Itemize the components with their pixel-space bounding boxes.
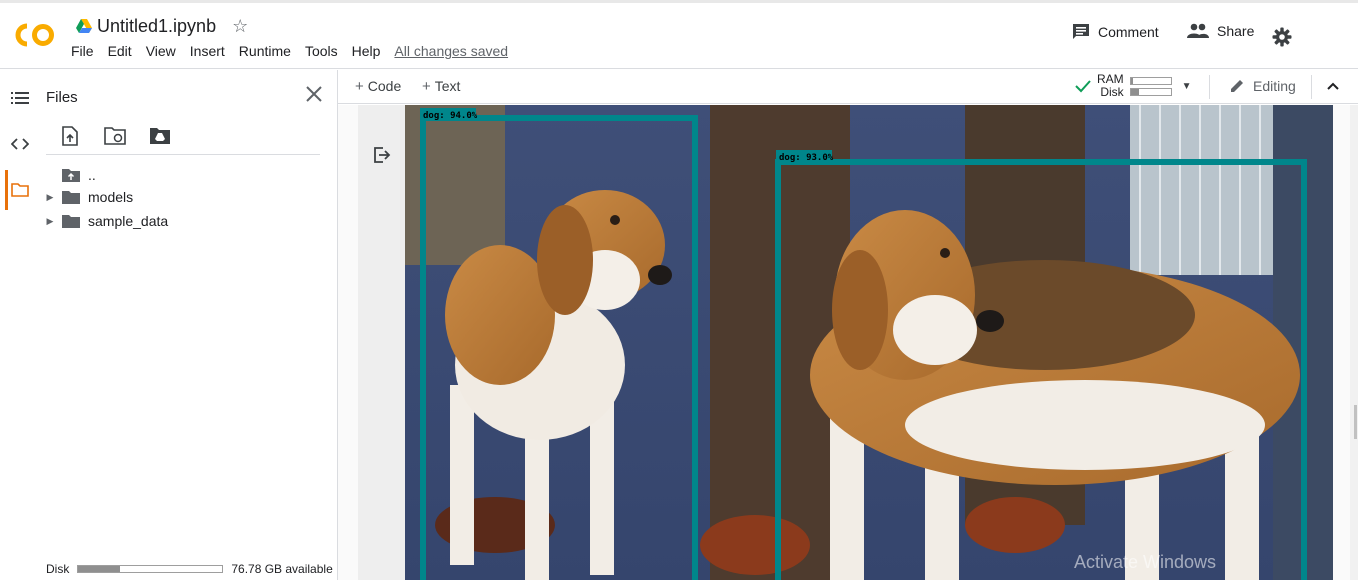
toolbar-divider (1209, 75, 1210, 99)
folder-icon (62, 215, 80, 228)
notebook-toolbar: + Code + Text RAM Disk ▼ Editing (338, 70, 1358, 104)
plus-icon: + (422, 78, 431, 95)
notebook-title[interactable]: Untitled1.ipynb (97, 16, 216, 37)
editing-label: Editing (1253, 78, 1296, 94)
refresh-folder-icon (104, 127, 126, 145)
comment-button[interactable]: Comment (1072, 23, 1159, 41)
disk-usage-bar (77, 565, 224, 573)
output-menu-icon[interactable] (373, 146, 391, 164)
ram-bar (1129, 76, 1172, 85)
detection-label: dog: 93.0% (779, 153, 834, 163)
drive-folder-icon (150, 128, 170, 144)
detection-image: dog: 94.0% dog: 93.0% (405, 105, 1333, 580)
menu-view[interactable]: View (146, 43, 176, 59)
folder-outline-icon (11, 183, 29, 197)
menu-file[interactable]: File (71, 43, 94, 59)
tree-item-label: sample_data (88, 213, 169, 229)
shoe (700, 515, 810, 575)
cell-gutter (358, 105, 406, 580)
google-drive-icon (76, 19, 92, 33)
cell-output-image: dog: 94.0% dog: 93.0% (405, 105, 1333, 580)
save-status-link[interactable]: All changes saved (394, 43, 508, 59)
add-code-label: Code (367, 78, 402, 94)
files-panel-title: Files (46, 89, 78, 106)
disk-usage-fill (78, 566, 121, 572)
shoe (965, 497, 1065, 553)
refresh-button[interactable] (103, 124, 127, 148)
checkmark-icon (1075, 80, 1091, 93)
runtime-resources[interactable]: RAM Disk ▼ (1075, 73, 1192, 99)
menu-edit[interactable]: Edit (108, 43, 132, 59)
scrollbar-thumb[interactable] (1354, 405, 1357, 439)
menu-insert[interactable]: Insert (190, 43, 225, 59)
left-rail (0, 70, 40, 580)
mount-drive-button[interactable] (148, 124, 172, 148)
tree-item-parent[interactable]: .. (44, 164, 96, 186)
menu-bar: File Edit View Insert Runtime Tools Help… (71, 43, 508, 59)
files-button[interactable] (0, 170, 40, 210)
comment-label: Comment (1098, 24, 1159, 40)
close-icon[interactable] (304, 84, 324, 104)
add-code-cell-button[interactable]: + Code (355, 78, 401, 95)
menu-help[interactable]: Help (352, 43, 381, 59)
disk-usage: Disk 76.78 GB available (46, 562, 333, 576)
list-icon (11, 92, 29, 104)
tree-item-label: models (88, 189, 134, 205)
detection-label: dog: 94.0% (423, 111, 478, 121)
files-toolbar (58, 124, 193, 148)
disk-available: 76.78 GB available (231, 562, 333, 576)
toc-button[interactable] (0, 78, 40, 118)
files-divider (46, 154, 320, 155)
toolbar-divider (1311, 75, 1312, 99)
disk-fill (1130, 88, 1140, 95)
ram-fill (1130, 77, 1133, 84)
plus-icon: + (355, 78, 364, 95)
code-icon (11, 138, 29, 150)
folder-icon (62, 191, 80, 204)
share-button[interactable]: Share (1187, 23, 1254, 39)
code-snippets-button[interactable] (0, 124, 40, 164)
star-icon[interactable]: ☆ (232, 17, 248, 35)
chevron-right-icon[interactable]: ▶ (44, 192, 56, 203)
dropdown-arrow-icon[interactable]: ▼ (1182, 81, 1192, 92)
gear-icon[interactable] (1272, 27, 1292, 47)
pencil-icon (1231, 80, 1243, 92)
app-header: Untitled1.ipynb ☆ File Edit View Insert … (0, 3, 1358, 69)
tree-item-label: .. (88, 167, 96, 183)
tree-item-models[interactable]: ▶ models (44, 186, 134, 208)
tree-item-sample-data[interactable]: ▶ sample_data (44, 210, 169, 232)
upload-button[interactable] (58, 124, 82, 148)
chevron-right-icon[interactable]: ▶ (44, 216, 56, 227)
add-text-label: Text (434, 78, 461, 94)
comment-icon (1073, 24, 1089, 39)
disk-bar (1129, 87, 1172, 96)
upload-folder-icon (62, 169, 80, 182)
title-row: Untitled1.ipynb ☆ (76, 14, 248, 38)
people-icon (1187, 23, 1209, 38)
files-panel: Files .. ▶ models ▶ sample_data Disk 76.… (40, 70, 338, 580)
resource-labels: RAM Disk (1097, 73, 1124, 99)
menu-tools[interactable]: Tools (305, 43, 338, 59)
chevron-up-icon[interactable] (1327, 82, 1339, 90)
disk-label: Disk (46, 562, 70, 576)
windows-activation-watermark: Activate Windows (1074, 552, 1217, 572)
notebook-scrollbar[interactable] (1350, 105, 1358, 580)
notebook-area: dog: 94.0% dog: 93.0% (338, 105, 1358, 580)
upload-file-icon (62, 126, 78, 146)
colab-logo[interactable] (14, 21, 56, 49)
add-text-cell-button[interactable]: + Text (422, 78, 460, 95)
disk-label: Disk (1100, 85, 1124, 99)
resource-bars (1129, 74, 1172, 99)
menu-runtime[interactable]: Runtime (239, 43, 291, 59)
share-label: Share (1217, 23, 1255, 39)
editing-mode-button[interactable]: Editing (1229, 78, 1296, 94)
